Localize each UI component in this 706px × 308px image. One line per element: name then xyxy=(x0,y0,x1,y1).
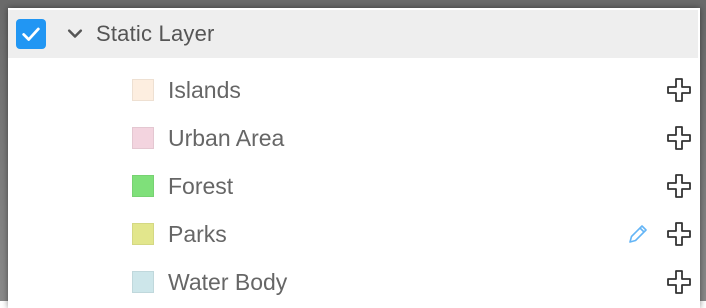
color-swatch xyxy=(132,175,154,197)
color-swatch xyxy=(132,271,154,293)
layer-item-label: Water Body xyxy=(168,268,288,295)
layer-item-parks[interactable]: Parks xyxy=(0,210,706,258)
pencil-icon[interactable] xyxy=(626,222,650,246)
color-swatch xyxy=(132,127,154,149)
plus-outline-icon[interactable] xyxy=(666,221,692,247)
chevron-down-icon xyxy=(67,29,83,38)
plus-outline-icon[interactable] xyxy=(666,77,692,103)
layer-item-label: Forest xyxy=(168,172,234,199)
expand-toggle[interactable] xyxy=(64,23,86,45)
checkmark-icon xyxy=(22,27,40,41)
layer-header[interactable]: Static Layer xyxy=(8,10,698,58)
plus-outline-icon[interactable] xyxy=(666,125,692,151)
layer-item-list: Islands Urban Area Forest Parks Water Bo… xyxy=(0,66,706,306)
layer-visibility-checkbox[interactable] xyxy=(16,19,46,49)
layer-item-water-body[interactable]: Water Body xyxy=(0,258,706,306)
layer-item-label: Islands xyxy=(168,76,241,103)
color-swatch xyxy=(132,223,154,245)
layer-title: Static Layer xyxy=(96,21,215,46)
layer-item-label: Urban Area xyxy=(168,124,285,151)
layer-item-islands[interactable]: Islands xyxy=(0,66,706,114)
plus-outline-icon[interactable] xyxy=(666,173,692,199)
plus-outline-icon[interactable] xyxy=(666,269,692,295)
layer-item-forest[interactable]: Forest xyxy=(0,162,706,210)
layer-item-urban-area[interactable]: Urban Area xyxy=(0,114,706,162)
layer-item-label: Parks xyxy=(168,220,227,247)
color-swatch xyxy=(132,79,154,101)
